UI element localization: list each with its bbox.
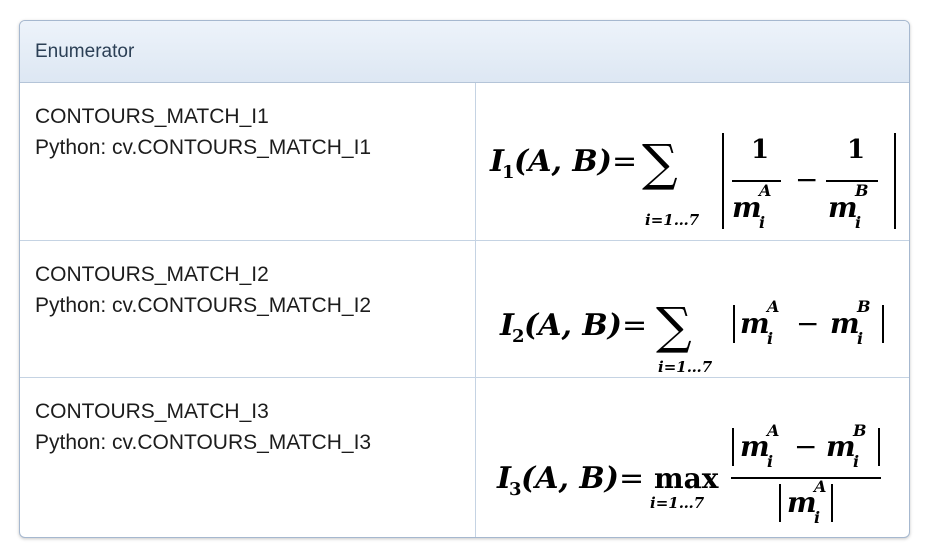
subscript-i: i	[767, 329, 773, 348]
enumerator-table: Enumerator CONTOURS_MATCH_I1 Python: cv.…	[19, 20, 910, 538]
math-equals: =	[612, 144, 637, 179]
subscript-i: i	[855, 213, 861, 232]
math-subscript: 2	[512, 326, 525, 347]
math-subscript: 3	[509, 479, 522, 500]
table-row: CONTOURS_MATCH_I1 Python: cv.CONTOURS_MA…	[20, 83, 909, 241]
math-equals: =	[619, 461, 644, 496]
header-enumerator: Enumerator	[35, 41, 135, 62]
sum-range: i=1…7	[658, 358, 713, 376]
table-header: Enumerator	[20, 21, 909, 83]
minus-sign: −	[796, 307, 819, 340]
m-symbol: m	[787, 486, 817, 519]
enum-cell: CONTOURS_MATCH_I2 Python: cv.CONTOURS_MA…	[35, 259, 371, 321]
math-subscript: 1	[502, 162, 515, 183]
subscript-i: i	[857, 329, 863, 348]
sum-symbol: ∑	[642, 134, 678, 192]
table-row: CONTOURS_MATCH_I3 Python: cv.CONTOURS_MA…	[20, 378, 909, 537]
numerator-one: 1	[847, 135, 865, 165]
subscript-i: i	[767, 452, 773, 471]
enum-name: CONTOURS_MATCH_I3	[35, 400, 269, 423]
math-args: (A, B)	[514, 144, 612, 179]
subscript-i: i	[853, 452, 859, 471]
subscript-i: i	[759, 213, 765, 232]
m-symbol: m	[826, 430, 856, 463]
m-symbol: m	[732, 191, 762, 224]
max-range: i=1…7	[650, 494, 705, 512]
python-name: Python: cv.CONTOURS_MATCH_I2	[35, 294, 372, 317]
superscript-a: A	[765, 297, 779, 316]
math-args: (A, B)	[524, 308, 622, 343]
superscript-b: B	[852, 421, 867, 440]
python-name: Python: cv.CONTOURS_MATCH_I1	[35, 136, 372, 159]
superscript-b: B	[854, 181, 869, 200]
superscript-b: B	[856, 297, 871, 316]
formula-i2: I 2 (A, B) = ∑ i=1…7 m A i − m B i	[499, 297, 884, 376]
sum-range: i=1…7	[645, 211, 700, 229]
numerator-one: 1	[751, 135, 769, 165]
math-equals: =	[622, 308, 647, 343]
superscript-a: A	[765, 421, 779, 440]
m-symbol: m	[828, 191, 858, 224]
table-row: CONTOURS_MATCH_I2 Python: cv.CONTOURS_MA…	[20, 241, 909, 378]
enum-cell: CONTOURS_MATCH_I3 Python: cv.CONTOURS_MA…	[35, 396, 371, 458]
superscript-a: A	[812, 477, 826, 496]
enum-name: CONTOURS_MATCH_I1	[35, 105, 269, 128]
superscript-a: A	[757, 181, 771, 200]
math-args: (A, B)	[521, 461, 619, 496]
m-symbol: m	[830, 307, 860, 340]
subscript-i: i	[814, 508, 820, 527]
minus-sign: −	[795, 163, 818, 196]
minus-sign: −	[794, 430, 817, 463]
formula-i1: I 1 (A, B) = ∑ i=1…7 1 m A i − 1 m B i	[489, 133, 896, 232]
enum-cell: CONTOURS_MATCH_I1 Python: cv.CONTOURS_MA…	[35, 101, 371, 163]
enum-name: CONTOURS_MATCH_I2	[35, 263, 269, 286]
m-symbol: m	[740, 430, 770, 463]
m-symbol: m	[740, 307, 770, 340]
max-operator: max	[654, 462, 719, 495]
python-name: Python: cv.CONTOURS_MATCH_I3	[35, 431, 372, 454]
formula-i3: I 3 (A, B) = max i=1…7 m A i − m B i m A…	[496, 421, 881, 527]
sum-symbol: ∑	[656, 297, 692, 355]
